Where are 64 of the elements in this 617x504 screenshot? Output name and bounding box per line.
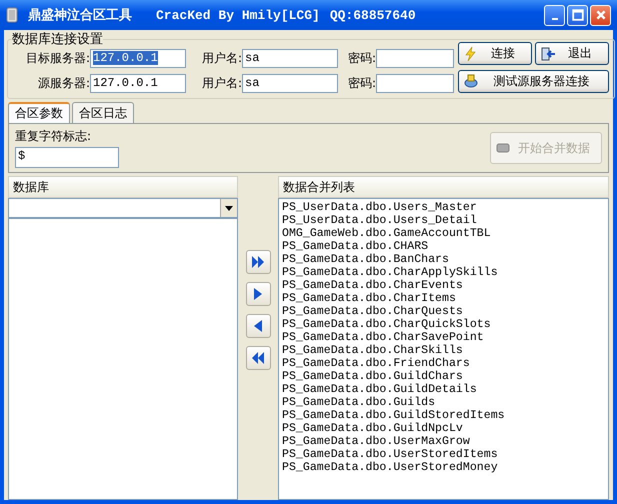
list-item[interactable]: PS_GameData.dbo.GuildChars: [282, 370, 605, 383]
maximize-button[interactable]: [567, 4, 588, 26]
minimize-button[interactable]: [544, 4, 565, 26]
list-item[interactable]: PS_GameData.dbo.UserMaxGrow: [282, 435, 605, 448]
window-title: 鼎盛神泣合区工具: [28, 6, 132, 24]
list-item[interactable]: PS_GameData.dbo.UserStoredItems: [282, 448, 605, 461]
window-subtitle: QQ:68857640: [330, 8, 416, 22]
plug-icon: [463, 73, 479, 89]
field-label: 源服务器:: [36, 75, 90, 92]
list-item[interactable]: PS_GameData.dbo.CharEvents: [282, 279, 605, 292]
list-item[interactable]: PS_GameData.dbo.GuildStoredItems: [282, 409, 605, 422]
window-subtitle: CracKed By Hmily[LCG]: [156, 8, 320, 22]
move-right-button[interactable]: [246, 282, 270, 306]
tab[interactable]: 合区日志: [72, 102, 134, 123]
group-title: 数据库连接设置: [12, 31, 103, 48]
list-item[interactable]: PS_GameData.dbo.CharSkills: [282, 344, 605, 357]
field-label: 密码:: [346, 50, 376, 67]
tab[interactable]: 合区参数: [8, 102, 70, 123]
maximize-icon: [572, 9, 584, 21]
panel-header: 数据合并列表: [278, 176, 609, 198]
move-left-button[interactable]: [246, 314, 270, 338]
list-item[interactable]: PS_GameData.dbo.CHARS: [282, 240, 605, 253]
list-item[interactable]: PS_GameData.dbo.GuildDetails: [282, 383, 605, 396]
list-item[interactable]: OMG_GameWeb.dbo.GameAccountTBL: [282, 227, 605, 240]
password-field[interactable]: [376, 74, 454, 93]
close-button[interactable]: [590, 4, 611, 26]
close-icon: [594, 9, 606, 21]
move-left-button[interactable]: [246, 346, 270, 370]
field-label: 用户名:: [200, 50, 242, 67]
list-item[interactable]: PS_GameData.dbo.BanChars: [282, 253, 605, 266]
username-field[interactable]: sa: [242, 49, 338, 68]
field-label: 用户名:: [200, 75, 242, 92]
list-item[interactable]: PS_GameData.dbo.FriendChars: [282, 357, 605, 370]
connect-button[interactable]: 连接: [458, 42, 532, 65]
list-item[interactable]: PS_GameData.dbo.GuildNpcLv: [282, 422, 605, 435]
list-item[interactable]: PS_GameData.dbo.CharQuickSlots: [282, 318, 605, 331]
move-right-button[interactable]: [246, 250, 270, 274]
double-left-arrow-icon: [250, 350, 266, 366]
password-field[interactable]: [376, 49, 454, 68]
list-item[interactable]: PS_GameData.dbo.Guilds: [282, 396, 605, 409]
panel-header: 数据库: [8, 176, 238, 198]
server-field[interactable]: 127.0.0.1: [90, 74, 186, 93]
double-right-arrow-icon: [250, 254, 266, 270]
username-field[interactable]: sa: [242, 74, 338, 93]
server-field[interactable]: 127.0.0.1: [90, 49, 186, 68]
list-item[interactable]: PS_GameData.dbo.CharQuests: [282, 305, 605, 318]
list-item[interactable]: PS_GameData.dbo.CharApplySkills: [282, 266, 605, 279]
list-item[interactable]: PS_GameData.dbo.UserStoredMoney: [282, 461, 605, 474]
list-item[interactable]: PS_UserData.dbo.Users_Master: [282, 201, 605, 214]
merge-list[interactable]: [278, 198, 609, 500]
repeat-flag-field[interactable]: $: [15, 147, 119, 168]
test-connection-button[interactable]: 测试源服务器连接: [458, 70, 609, 92]
dropdown-arrow-icon: [225, 206, 233, 210]
list-item[interactable]: PS_GameData.dbo.CharSavePoint: [282, 331, 605, 344]
app-icon: [6, 7, 18, 23]
exit-button[interactable]: 退出: [535, 42, 609, 65]
list-item[interactable]: PS_UserData.dbo.Users_Detail: [282, 214, 605, 227]
exit-door-icon: [540, 46, 556, 62]
field-label: 目标服务器:: [24, 50, 90, 67]
database-dropdown[interactable]: [8, 198, 238, 218]
field-label: 密码:: [346, 75, 376, 92]
minimize-icon: [552, 18, 558, 20]
list-item[interactable]: PS_GameData.dbo.CharItems: [282, 292, 605, 305]
field-label: 重复字符标志:: [15, 128, 92, 145]
